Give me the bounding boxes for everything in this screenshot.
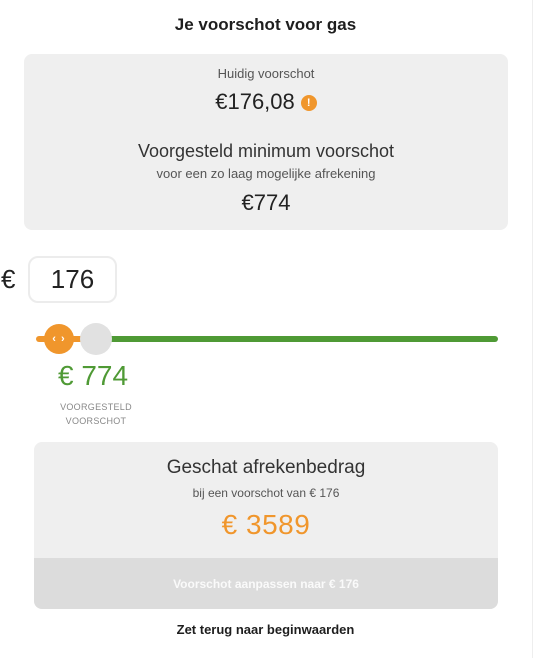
estimated-settlement-amount: € 3589 [221,509,311,540]
warning-icon[interactable]: ! [300,95,317,111]
estimated-settlement-subtitle: bij een voorschot van € 176 [192,486,340,500]
suggested-value[interactable]: € 774 [58,360,128,392]
suggested-minimum-title: Voorgesteld minimum voorschot [137,141,395,161]
suggested-label-line1: VOORGESTELD [60,402,132,412]
current-advance-label: Huidig voorschot [217,66,315,81]
currency-symbol: € [1,264,16,294]
right-divider [532,0,533,658]
suggested-value-marker [80,323,112,355]
advance-amount-input[interactable] [28,256,117,303]
current-advance-amount-row: €176,08! [24,89,508,115]
page-title: Je voorschot voor gas [174,15,357,34]
slider-handle-icon[interactable]: ‹ › [44,324,74,354]
advance-slider[interactable]: ‹ › [34,322,500,356]
reset-defaults-link[interactable]: Zet terug naar beginwaarden [0,622,531,637]
estimated-settlement-title: Geschat afrekenbedrag [166,457,366,478]
estimated-settlement-card: Geschat afrekenbedrag bij een voorschot … [34,442,498,609]
suggested-minimum-subtitle: voor een zo laag mogelijke afrekening [156,166,376,181]
suggested-minimum-amount: €774 [241,190,291,215]
current-advance-card: Huidig voorschot €176,08! Voorgesteld mi… [24,54,508,230]
current-advance-amount: €176,08 [215,89,295,114]
suggested-label-line2: VOORSCHOT [65,416,127,426]
suggested-value-label: VOORGESTELD VOORSCHOT [40,400,152,428]
adjust-advance-button[interactable]: Voorschot aanpassen naar € 176 [34,558,498,609]
slider-track[interactable] [82,336,498,342]
